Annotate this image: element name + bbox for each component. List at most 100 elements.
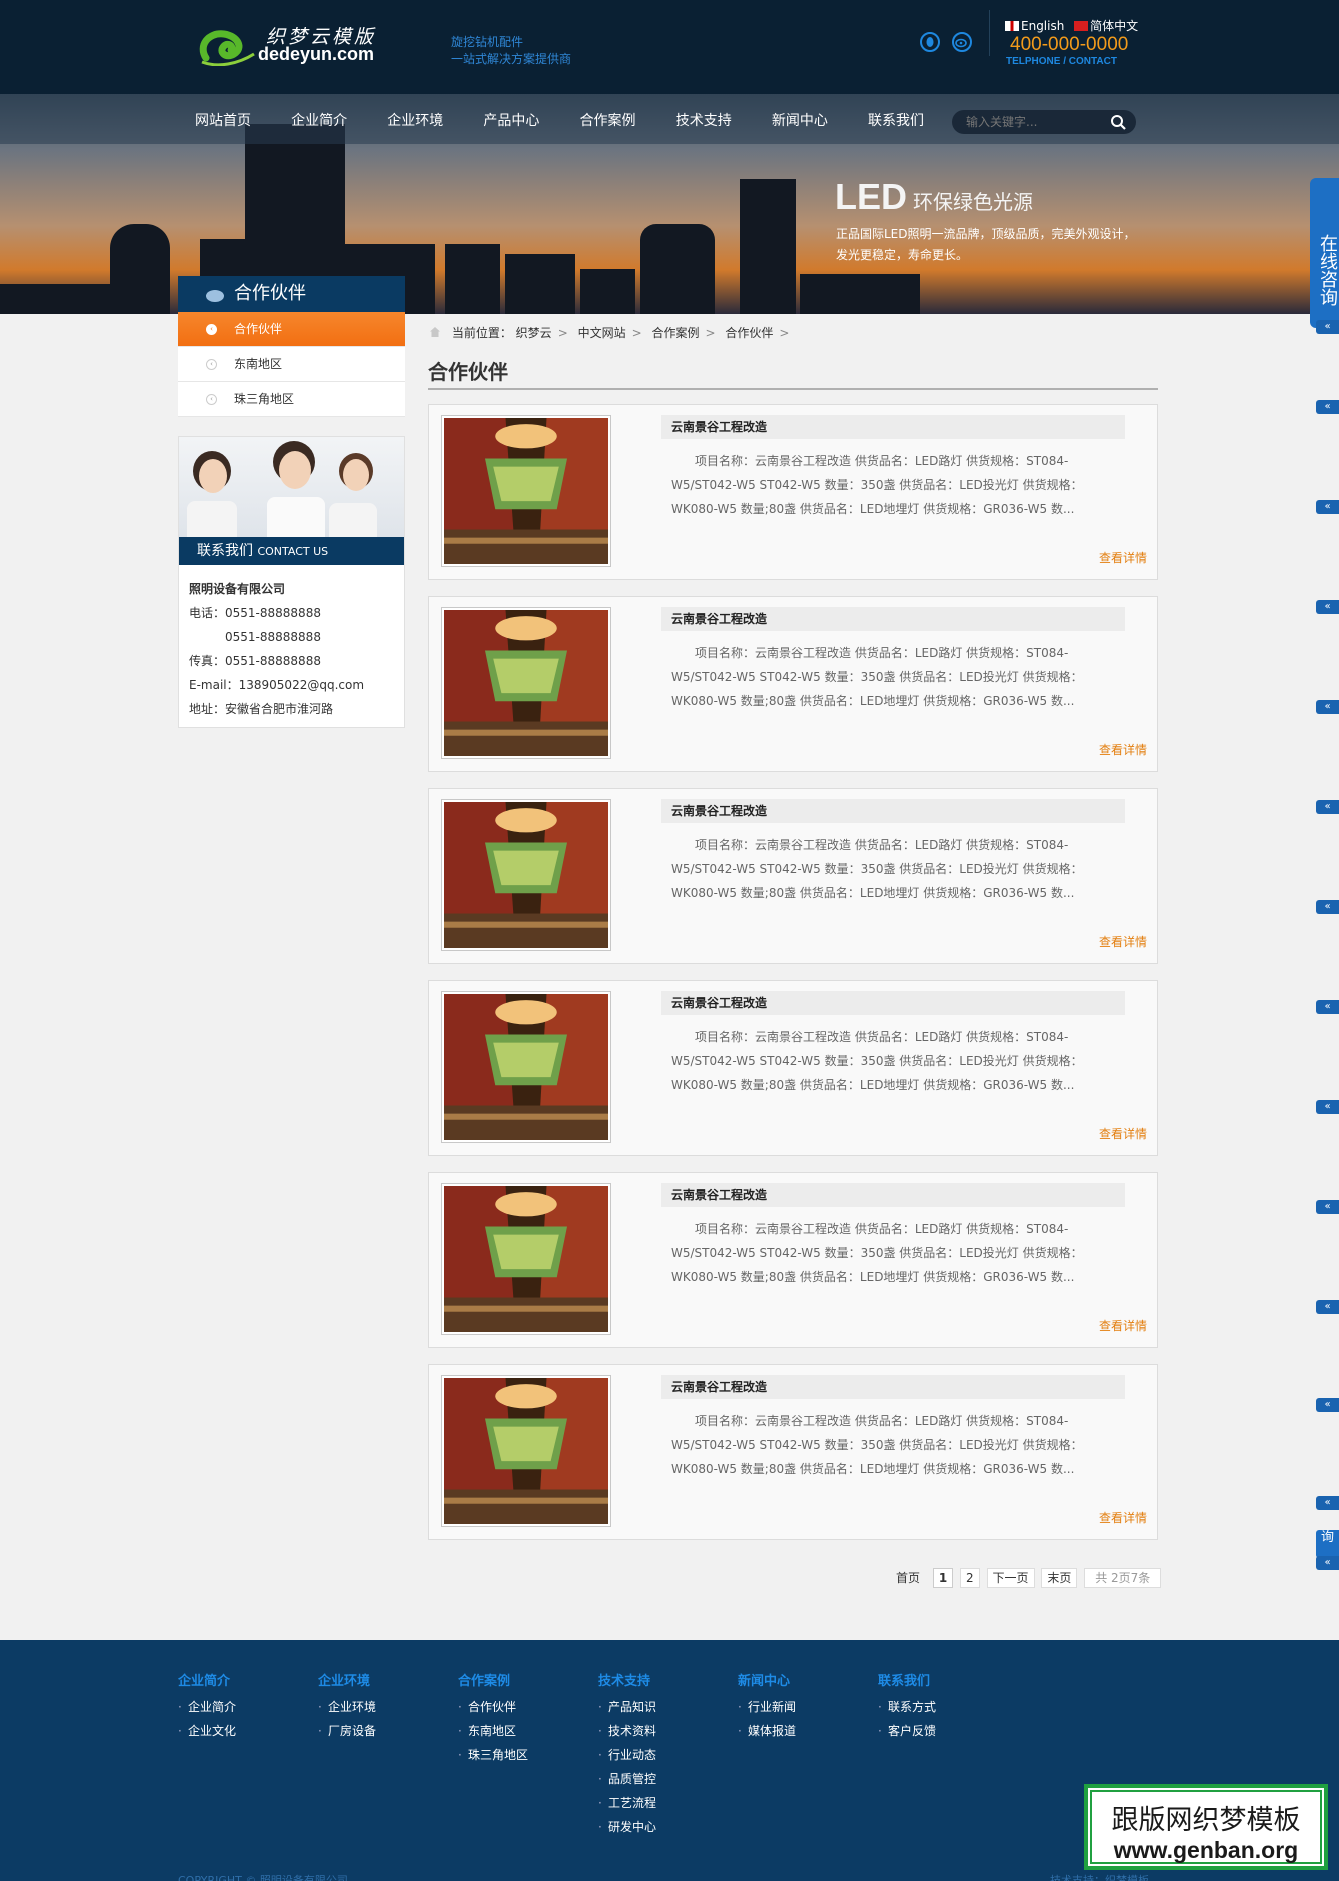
footer-link[interactable]: 厂房设备 [318,1719,376,1743]
page-last[interactable]: 末页 [1041,1568,1078,1588]
footer-column: 技术支持产品知识技术资料行业动态品质管控工艺流程研发中心 [598,1670,656,1839]
contact-title-cn: 联系我们 [197,543,253,559]
page-next[interactable]: 下一页 [986,1568,1035,1588]
case-description: 项目名称：云南景谷工程改造 供货品名：LED路灯 供货规格：ST084-W5/S… [671,1414,1083,1476]
side-collapse-tab[interactable]: « [1316,800,1339,814]
case-thumbnail[interactable] [441,607,611,759]
footer-column-title[interactable]: 新闻中心 [738,1670,796,1689]
page-first[interactable]: 首页 [890,1568,926,1588]
page-number[interactable]: 2 [960,1568,980,1588]
lang-chinese[interactable]: 简体中文 [1074,19,1138,33]
footer-link[interactable]: 企业文化 [178,1719,236,1743]
side-collapse-tab[interactable]: « [1316,700,1339,714]
side-collapse-tab[interactable]: « [1316,900,1339,914]
page-number-current[interactable]: 1 [932,1568,954,1588]
footer-link[interactable]: 研发中心 [598,1815,656,1839]
breadcrumb-link[interactable]: 合作伙伴 [725,326,773,340]
case-title[interactable]: 云南景谷工程改造 [661,799,1125,823]
search-icon[interactable] [1110,114,1126,130]
footer-column: 合作案例合作伙伴东南地区珠三角地区 [458,1670,528,1767]
case-thumbnail[interactable] [441,1375,611,1527]
case-thumbnail[interactable] [441,1183,611,1335]
side-collapse-tab[interactable]: « [1316,500,1339,514]
case-title[interactable]: 云南景谷工程改造 [661,1183,1125,1207]
email-value[interactable]: 138905022@qq.com [239,678,364,692]
nav-environment[interactable]: 企业环境 [387,110,443,130]
contact-fax-row: 传真：0551-88888888 [189,649,364,673]
footer-column-title[interactable]: 企业环境 [318,1670,376,1689]
footer-column-title[interactable]: 合作案例 [458,1670,528,1689]
nav-contact[interactable]: 联系我们 [868,110,924,130]
company-name: 照明设备有限公司 [189,582,286,596]
footer-column-title[interactable]: 联系我们 [878,1670,936,1689]
footer-link[interactable]: 行业新闻 [738,1695,796,1719]
nav-about[interactable]: 企业简介 [291,110,347,130]
banner-desc-line: 正品国际LED照明一流品牌，顶级品质，完美外观设计， [836,227,1136,241]
side-collapse-tab[interactable]: « [1316,1200,1339,1214]
site-logo[interactable]: 织梦云模版 dedeyun.com [198,20,388,70]
side-collapse-tab[interactable]: « [1316,1300,1339,1314]
sidebar-item-southeast[interactable]: ‹ 东南地区 [178,347,405,382]
nav-home[interactable]: 网站首页 [195,110,251,130]
weibo-icon[interactable] [952,32,973,52]
footer-link[interactable]: 企业简介 [178,1695,236,1719]
case-thumbnail[interactable] [441,415,611,567]
footer-link[interactable]: 客户反馈 [878,1719,936,1743]
case-title[interactable]: 云南景谷工程改造 [661,1375,1125,1399]
breadcrumb-link[interactable]: 合作案例 [651,326,699,340]
contact-address-row: 地址：安徽省合肥市淮河路 [189,697,364,721]
banner-headline: LED 环保绿色光源 [835,176,1033,218]
view-details-link[interactable]: 查看详情 [1099,1125,1147,1142]
watermark-inner: 跟版网织梦模板 www.genban.org [1090,1790,1322,1864]
footer-link[interactable]: 工艺流程 [598,1791,656,1815]
case-thumbnail[interactable] [441,799,611,951]
footer-link[interactable]: 产品知识 [598,1695,656,1719]
tech-support[interactable]: 技术支持：织梦模板 [1050,1872,1149,1881]
breadcrumb-link[interactable]: 中文网站 [578,326,626,340]
side-collapse-tab[interactable]: « [1316,600,1339,614]
footer-link[interactable]: 品质管控 [598,1767,656,1791]
case-thumbnail[interactable] [441,991,611,1143]
online-consult-button[interactable]: 询 [1316,1530,1339,1558]
view-details-link[interactable]: 查看详情 [1099,1317,1147,1334]
footer-column-title[interactable]: 技术支持 [598,1670,656,1689]
nav-products[interactable]: 产品中心 [483,110,539,130]
side-collapse-tab[interactable]: « [1316,1100,1339,1114]
page-title: 合作伙伴 [428,360,508,384]
side-collapse-tab[interactable]: « [1316,1398,1339,1412]
side-collapse-tab[interactable]: « [1316,400,1339,414]
search-input[interactable] [966,113,1106,131]
nav-news[interactable]: 新闻中心 [772,110,828,130]
view-details-link[interactable]: 查看详情 [1099,741,1147,758]
qq-icon[interactable] [920,32,940,52]
side-collapse-tab[interactable]: « [1316,1000,1339,1014]
case-title[interactable]: 云南景谷工程改造 [661,415,1125,439]
footer-link[interactable]: 技术资料 [598,1719,656,1743]
footer-column: 企业环境企业环境厂房设备 [318,1670,376,1743]
breadcrumb-link[interactable]: 织梦云 [516,326,552,340]
sidebar-item-partners[interactable]: ‹ 合作伙伴 [178,312,405,347]
online-consult-button[interactable]: 在线咨询 [1310,178,1339,328]
side-collapse-tab[interactable]: « [1316,1556,1339,1570]
view-details-link[interactable]: 查看详情 [1099,933,1147,950]
footer-link[interactable]: 行业动态 [598,1743,656,1767]
lang-english[interactable]: English [1005,19,1064,33]
sidebar-item-pearl-delta[interactable]: ‹ 珠三角地区 [178,382,405,417]
side-collapse-tab[interactable]: « [1316,320,1339,334]
footer-link[interactable]: 媒体报道 [738,1719,796,1743]
side-collapse-tab[interactable]: « [1316,1496,1339,1510]
footer-column-title[interactable]: 企业简介 [178,1670,236,1689]
footer-link[interactable]: 东南地区 [458,1719,528,1743]
footer-link[interactable]: 合作伙伴 [458,1695,528,1719]
view-details-link[interactable]: 查看详情 [1099,1509,1147,1526]
footer-link[interactable]: 珠三角地区 [458,1743,528,1767]
footer-link[interactable]: 联系方式 [878,1695,936,1719]
case-title[interactable]: 云南景谷工程改造 [661,607,1125,631]
view-details-link[interactable]: 查看详情 [1099,549,1147,566]
nav-support[interactable]: 技术支持 [676,110,732,130]
nav-cases[interactable]: 合作案例 [580,110,636,130]
case-description: 项目名称：云南景谷工程改造 供货品名：LED路灯 供货规格：ST084-W5/S… [671,646,1083,708]
footer-link[interactable]: 企业环境 [318,1695,376,1719]
case-title[interactable]: 云南景谷工程改造 [661,991,1125,1015]
banner-description: 正品国际LED照明一流品牌，顶级品质，完美外观设计， 发光更稳定，寿命更长。 [836,224,1136,266]
